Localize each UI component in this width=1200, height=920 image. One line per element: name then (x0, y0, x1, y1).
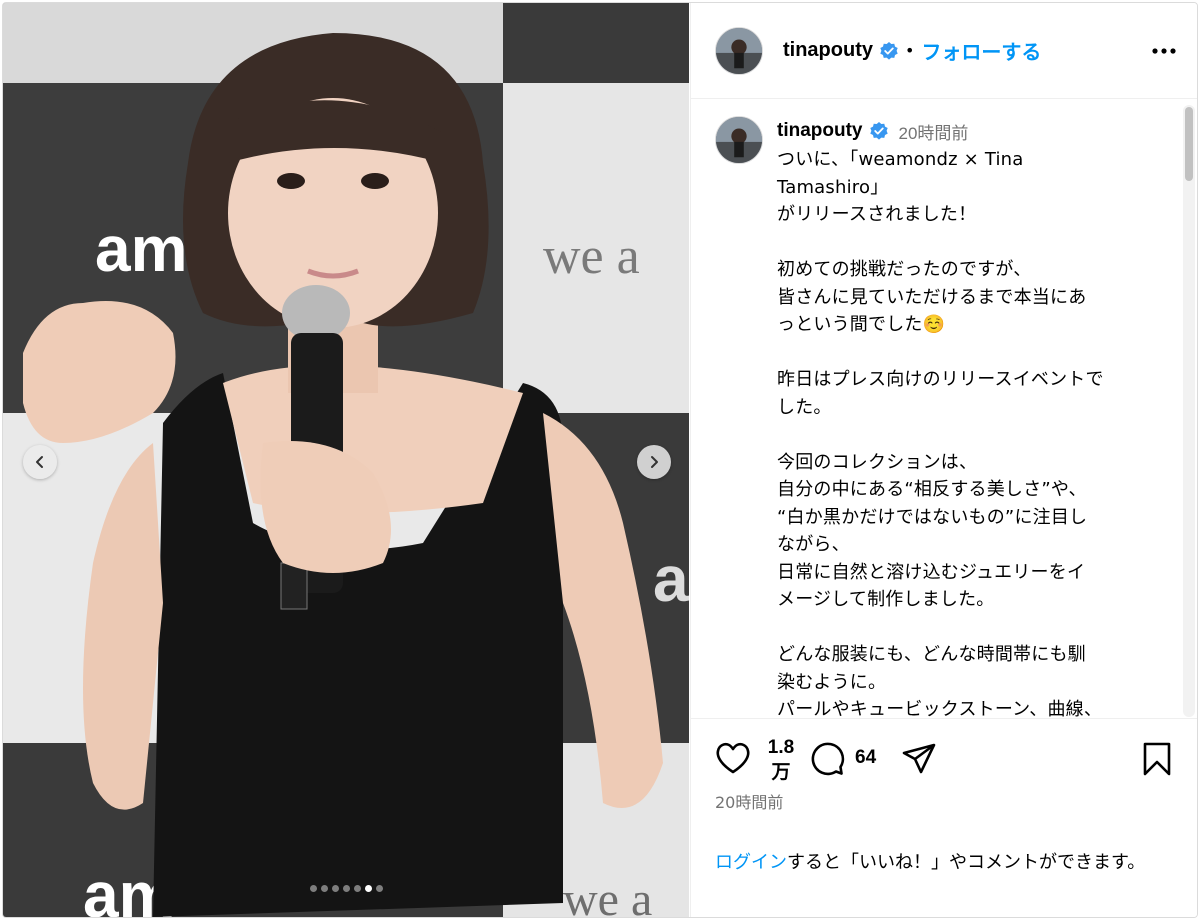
follow-button[interactable]: フォローする (921, 36, 1041, 65)
avatar[interactable] (715, 26, 763, 75)
like-count[interactable]: 1.8 万 (761, 735, 801, 785)
avatar-image (716, 27, 762, 74)
like-count-value: 1.8 (767, 737, 795, 758)
chevron-right-icon (651, 456, 658, 468)
post-media[interactable]: am we a am am we a (3, 3, 689, 917)
comment-count[interactable]: 64 (855, 747, 876, 769)
carousel-dot (331, 885, 339, 892)
login-prompt: ログインすると「いいね！」やコメントができます。 (715, 849, 1175, 877)
carousel-indicator (3, 885, 689, 895)
comments-scrollbar[interactable] (1183, 105, 1195, 717)
carousel-dot (342, 885, 350, 892)
bookmark-icon[interactable] (1141, 741, 1173, 777)
avatar[interactable] (715, 116, 763, 164)
caption-time[interactable]: 20時間前 (899, 119, 969, 144)
avatar-image (716, 117, 762, 163)
verified-badge-icon (869, 122, 888, 140)
carousel-dot (309, 885, 317, 892)
post-caption: tinapouty 20時間前 ついに、「weamondz × Tina Tam… (715, 116, 1160, 718)
carousel-dot (364, 885, 372, 892)
header-username[interactable]: tinapouty (783, 39, 873, 62)
chevron-left-icon (36, 456, 43, 468)
carousel-prev-button[interactable] (23, 445, 57, 479)
backdrop-text: am (653, 543, 689, 615)
post-timestamp[interactable]: 20時間前 (715, 789, 783, 813)
share-icon[interactable] (901, 741, 937, 777)
comment-icon[interactable] (809, 741, 845, 777)
comments-section[interactable]: tinapouty 20時間前 ついに、「weamondz × Tina Tam… (691, 100, 1197, 718)
backdrop-text: we a (543, 228, 640, 285)
carousel-dot (320, 885, 328, 892)
post-header: tinapouty • フォローする (691, 3, 1197, 99)
caption-text: ついに、「weamondz × Tina Tamashiro」 がリリースされま… (777, 149, 1104, 718)
post-photo: am we a am am we a (3, 3, 689, 917)
login-prompt-text: すると「いいね！」やコメントができます。 (787, 852, 1146, 873)
carousel-dot (375, 885, 383, 892)
post-side-panel: tinapouty • フォローする tinapouty 20時間前 ついに、「… (690, 3, 1197, 917)
caption-header: tinapouty 20時間前 (777, 116, 1160, 146)
comments-scrollbar-thumb[interactable] (1185, 107, 1193, 181)
caption-username[interactable]: tinapouty (777, 120, 863, 142)
verified-badge-icon (880, 41, 898, 60)
carousel-dot (353, 885, 361, 892)
carousel-next-button[interactable] (637, 445, 671, 479)
backdrop-text: we a (563, 873, 652, 917)
backdrop-text: am (95, 213, 188, 285)
post-frame: am we a am am we a (2, 2, 1198, 918)
more-horizontal-icon[interactable] (1150, 39, 1178, 63)
separator-dot: • (905, 41, 915, 60)
like-count-unit: 万 (771, 762, 791, 783)
post-actions: 1.8 万 64 20時間前 (691, 718, 1197, 818)
caption-body: tinapouty 20時間前 ついに、「weamondz × Tina Tam… (777, 116, 1160, 718)
login-link[interactable]: ログイン (715, 852, 787, 873)
heart-icon[interactable] (715, 741, 751, 775)
